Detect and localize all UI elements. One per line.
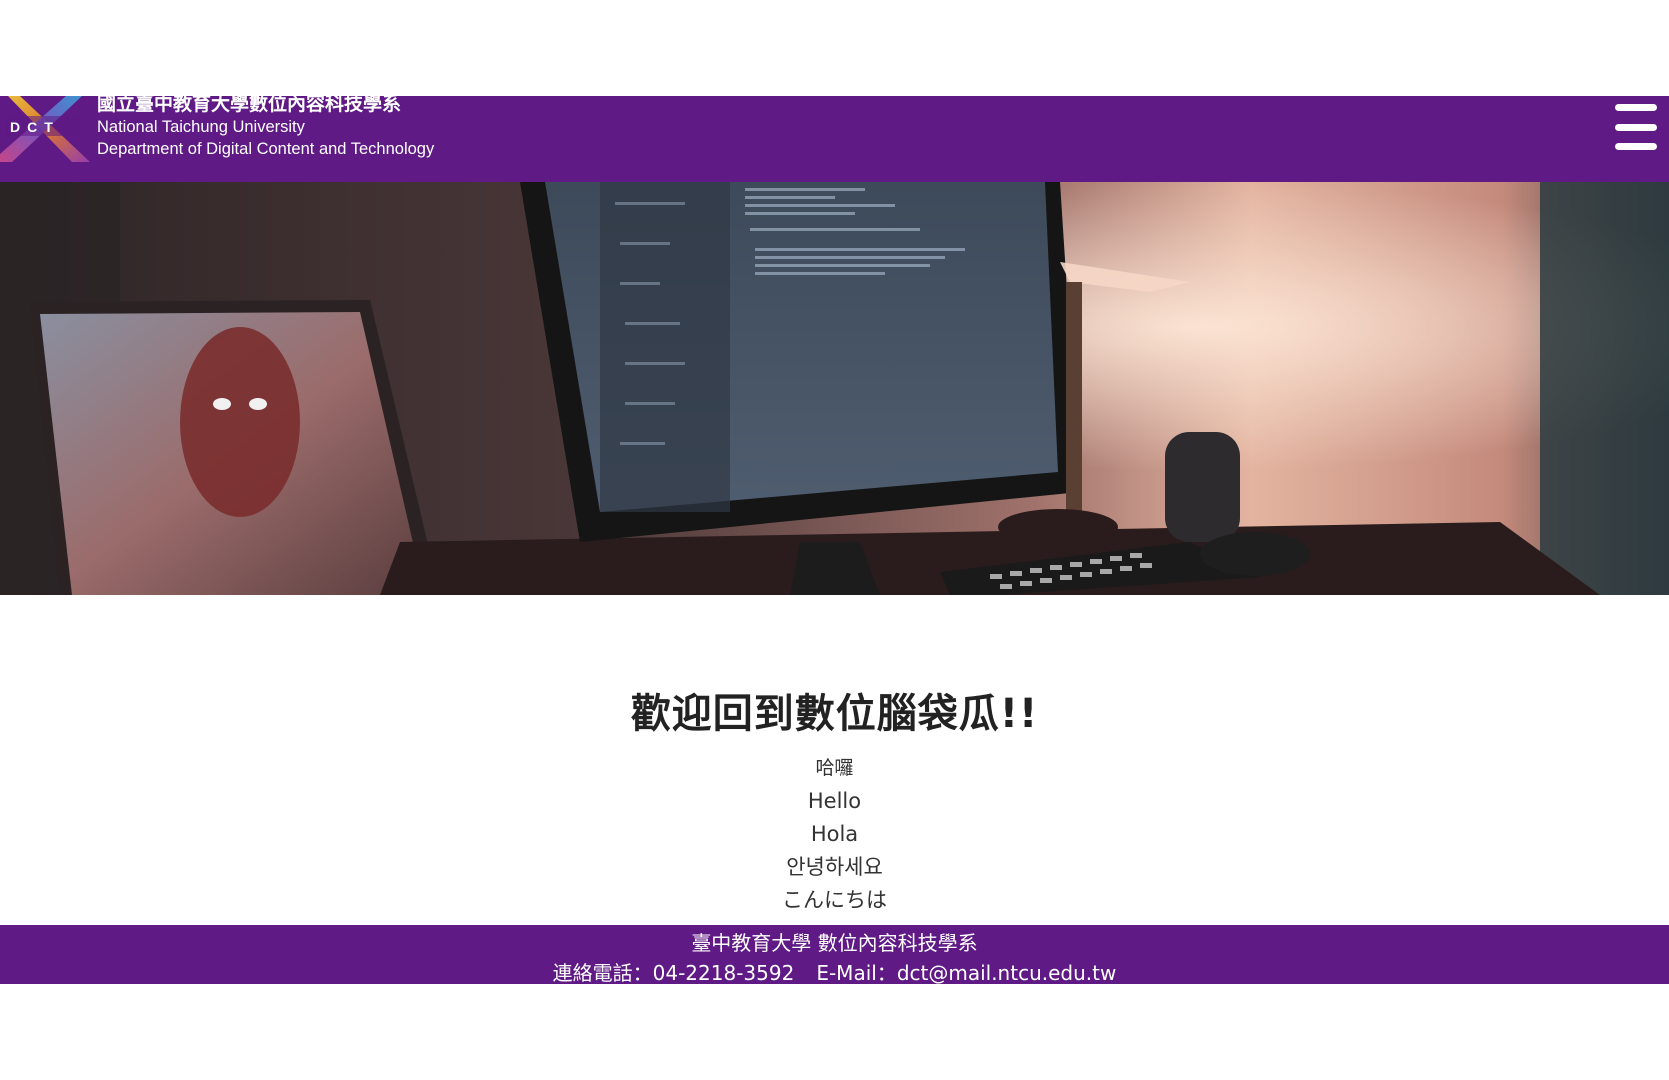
brand-name-chinese: 國立臺中教育大學數位內容科技學系 (97, 94, 402, 115)
menu-icon-bar-bottom (1615, 143, 1657, 150)
footer-contact: 連絡電話：04-2218-3592 E-Mail：dct@mail.ntcu.ed… (0, 956, 1669, 984)
footer-email-link[interactable]: dct@mail.ntcu.edu.tw (897, 961, 1117, 984)
footer-phone-label: 連絡電話： (552, 961, 653, 984)
brand-text[interactable]: 國立臺中教育大學數位內容科技學系 National Taichung Unive… (97, 94, 434, 160)
hamburger-menu-button[interactable] (1615, 104, 1659, 150)
greetings-list: 哈囉 Hello Hola 안녕하세요 こんにちは (0, 752, 1669, 917)
brand-university-name: National Taichung University (97, 118, 305, 136)
dct-logo[interactable]: DCT (0, 96, 90, 162)
desk-computer-photo (0, 182, 1669, 595)
hero-image (0, 182, 1669, 595)
welcome-title: 歡迎回到數位腦袋瓜!! (630, 691, 1039, 737)
menu-icon-bar-top (1615, 104, 1657, 111)
footer-department-name: 臺中教育大學 數位內容科技學系 (691, 931, 978, 955)
greeting-english: Hello (807, 789, 862, 813)
greeting-spanish: Hola (810, 822, 859, 846)
logo-lettering: DCT (10, 119, 60, 135)
footer-phone-number[interactable]: 04-2218-3592 (653, 961, 795, 984)
page: DCT 國立臺中教育大學數位內容科技學系 National Taichung U… (0, 0, 1669, 1080)
greeting-japanese: こんにちは (782, 888, 887, 912)
greeting-korean: 안녕하세요 (786, 855, 883, 879)
site-header: DCT 國立臺中教育大學數位內容科技學系 National Taichung U… (0, 94, 1669, 182)
greeting-chinese: 哈囉 (815, 757, 854, 779)
brand-department-name: Department of Digital Content and Techno… (97, 140, 435, 158)
footer-email-label: E-Mail： (816, 961, 897, 984)
menu-icon-bar-middle (1615, 123, 1657, 131)
welcome-section: 歡迎回到數位腦袋瓜!! 哈囉 Hello Hola 안녕하세요 こんにちは (0, 680, 1669, 917)
site-footer: 臺中教育大學 數位內容科技學系 連絡電話：04-2218-3592 E-Mail：… (0, 925, 1669, 984)
